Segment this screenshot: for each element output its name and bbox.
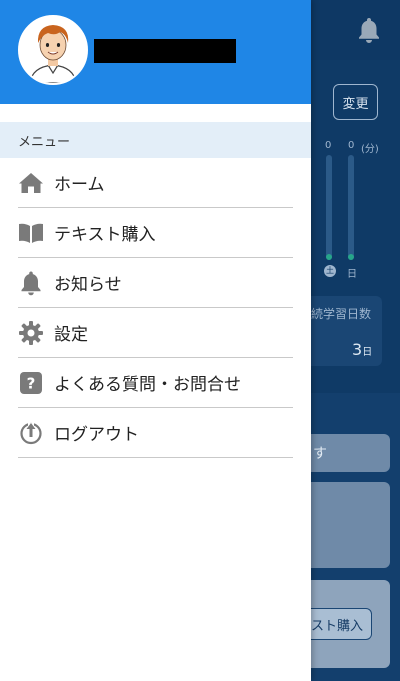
chart-day-label: 土 — [324, 265, 336, 277]
navigation-drawer: メニュー ホーム テキスト購入 お知らせ 設定 ? よくある質問・お問合せ ログ… — [0, 0, 311, 681]
power-icon — [18, 420, 44, 446]
streak-value: 3 — [352, 340, 363, 359]
menu-section-label: メニュー — [0, 122, 311, 158]
home-icon — [18, 170, 44, 196]
menu-item-settings[interactable]: 設定 — [18, 308, 293, 358]
chart-value-label: 0 — [348, 140, 355, 151]
book-icon — [18, 220, 44, 246]
change-button[interactable]: 変更 — [333, 84, 378, 120]
menu-item-notifications[interactable]: お知らせ — [18, 258, 293, 308]
chart-bar — [348, 155, 354, 260]
chart-bar-fill — [326, 254, 332, 260]
menu-item-label: ホーム — [54, 175, 105, 195]
drawer-menu: ホーム テキスト購入 お知らせ 設定 ? よくある質問・お問合せ ログアウト — [18, 158, 293, 458]
menu-item-label: お知らせ — [54, 275, 122, 295]
menu-item-label: 設定 — [54, 325, 88, 345]
chart-day-label: 日 — [347, 269, 357, 280]
menu-item-logout[interactable]: ログアウト — [18, 408, 293, 458]
menu-item-buy-text[interactable]: テキスト購入 — [18, 208, 293, 258]
bell-icon — [18, 270, 44, 296]
chart-value-label: 0 — [325, 140, 332, 151]
username-redacted — [94, 39, 236, 63]
streak-value-wrap: 3日 — [352, 340, 372, 359]
chart-bar-fill — [348, 254, 354, 260]
drawer-header — [0, 0, 311, 104]
background-card — [300, 482, 390, 568]
menu-item-label: テキスト購入 — [54, 225, 156, 245]
gear-icon — [18, 320, 44, 346]
background-card-text: す — [313, 446, 327, 462]
svg-text:?: ? — [27, 374, 36, 392]
menu-item-home[interactable]: ホーム — [18, 158, 293, 208]
streak-unit: 日 — [362, 347, 373, 358]
menu-item-label: よくある質問・お問合せ — [54, 375, 241, 395]
menu-item-faq[interactable]: ? よくある質問・お問合せ — [18, 358, 293, 408]
help-icon: ? — [18, 370, 44, 396]
chart-bar — [326, 155, 332, 260]
notification-bell-icon[interactable] — [356, 16, 382, 44]
study-time-chart: 0 0 (分) 土 日 — [311, 135, 400, 285]
chart-unit-label: (分) — [361, 144, 379, 155]
streak-label: 続学習日数 — [311, 307, 372, 321]
avatar[interactable] — [18, 15, 88, 85]
menu-item-label: ログアウト — [54, 425, 139, 445]
